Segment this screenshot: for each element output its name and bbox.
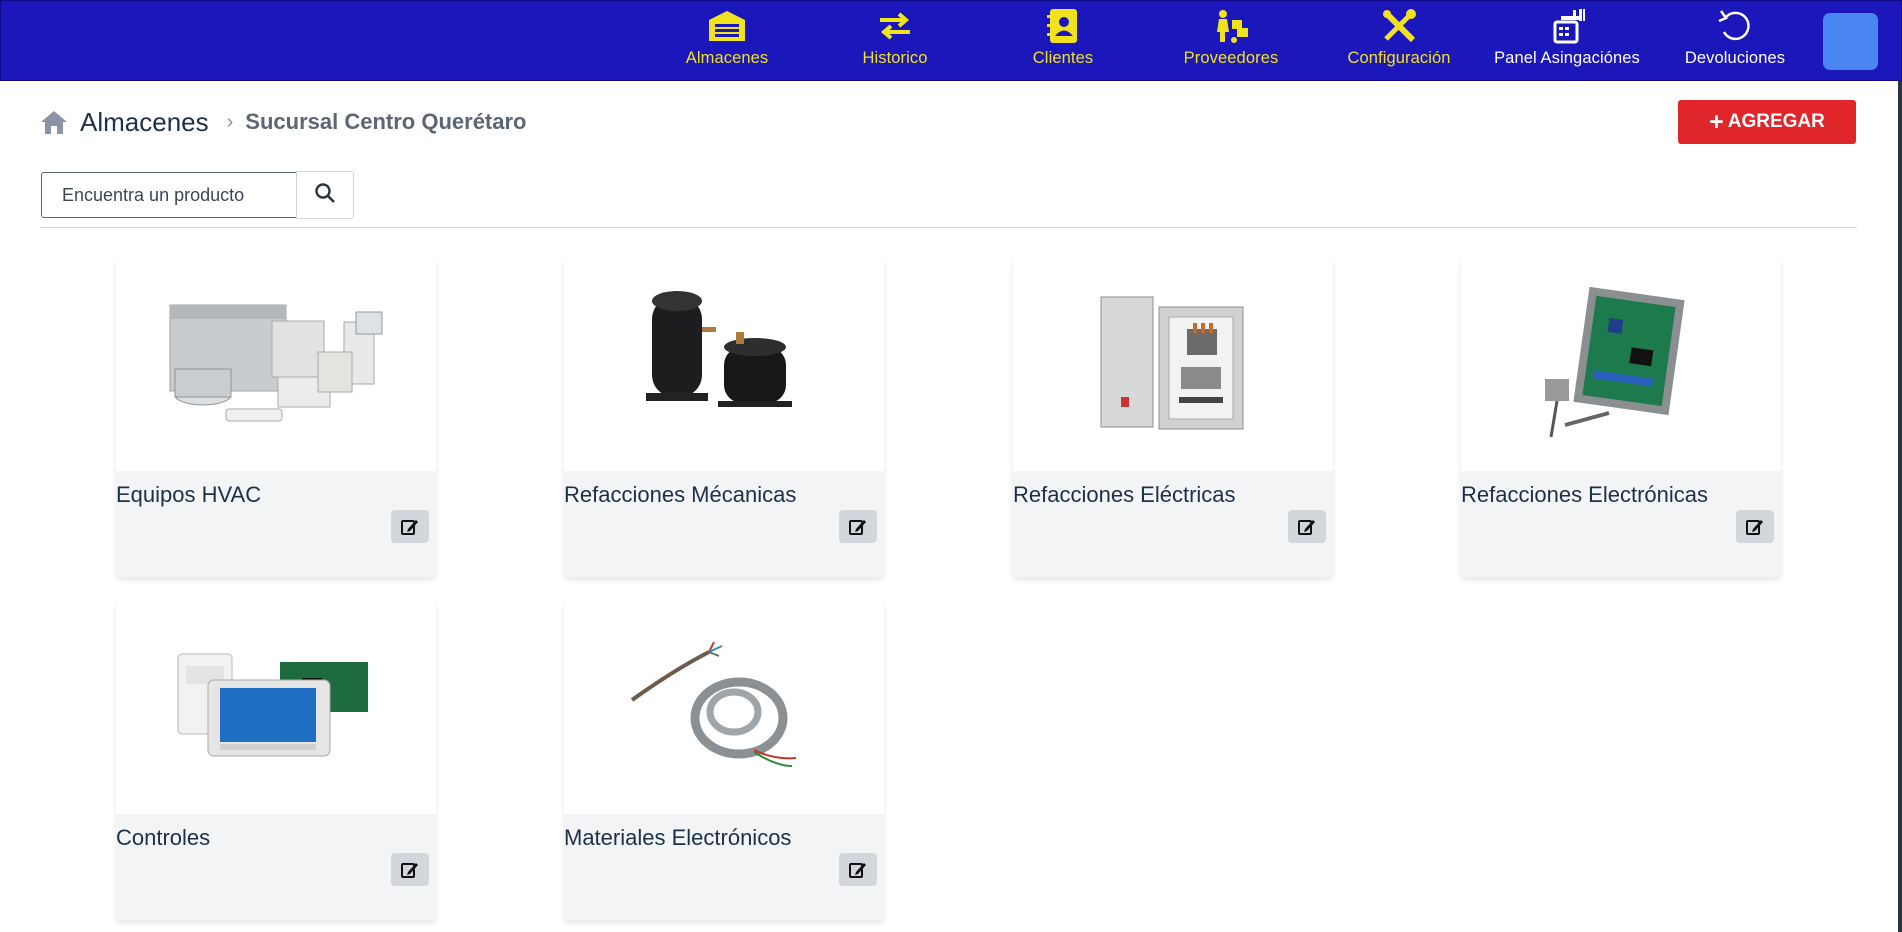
category-card[interactable]: Materiales Electrónicos <box>564 600 884 920</box>
page-scrollbar[interactable] <box>1898 81 1902 932</box>
electrical-panel-image <box>1013 257 1333 471</box>
add-button[interactable]: + AGREGAR <box>1678 100 1856 144</box>
nav-label: Clientes <box>1032 49 1094 67</box>
nav-almacenes[interactable]: Almacenes <box>647 7 807 77</box>
add-button-label: AGREGAR <box>1727 111 1825 132</box>
search-icon <box>314 182 336 209</box>
cables-conduit-image <box>564 600 884 814</box>
category-card[interactable]: Refacciones Electrónicas <box>1461 257 1781 577</box>
exchange-arrows-icon <box>873 7 917 45</box>
nav-label: Panel Asingaciónes <box>1494 49 1640 67</box>
compressor-image <box>564 257 884 471</box>
edit-icon <box>1746 519 1763 535</box>
edit-button[interactable] <box>839 853 877 886</box>
category-card[interactable]: Equipos HVAC <box>116 257 436 577</box>
category-card[interactable]: Refacciones Mécanicas <box>564 257 884 577</box>
nav-label: Historico <box>862 49 928 67</box>
nav-panel-asignaciones[interactable]: Panel Asingaciónes <box>1487 7 1647 77</box>
edit-button[interactable] <box>1288 510 1326 543</box>
category-title: Refacciones Mécanicas <box>564 482 797 507</box>
edit-icon <box>401 862 418 878</box>
category-card[interactable]: Controles <box>116 600 436 920</box>
thermostat-controls-image <box>116 600 436 814</box>
breadcrumb-separator: › <box>226 110 234 133</box>
user-avatar[interactable] <box>1823 13 1878 70</box>
delivery-worker-icon <box>1209 7 1253 45</box>
warehouse-icon <box>705 7 749 45</box>
nav-label: Configuración <box>1347 49 1451 67</box>
top-navbar: Almacenes Historico Clientes Proveedores… <box>0 0 1902 81</box>
breadcrumb-almacenes[interactable]: Almacenes <box>80 107 209 138</box>
edit-icon <box>849 519 866 535</box>
tools-icon <box>1377 7 1421 45</box>
address-book-icon <box>1041 7 1085 45</box>
nav-proveedores[interactable]: Proveedores <box>1151 7 1311 77</box>
breadcrumb-current: Sucursal Centro Querétaro <box>245 109 527 134</box>
edit-button[interactable] <box>839 510 877 543</box>
undo-icon <box>1713 7 1757 45</box>
category-title: Equipos HVAC <box>116 482 262 507</box>
edit-button[interactable] <box>391 853 429 886</box>
nav-label: Proveedores <box>1183 49 1279 67</box>
edit-icon <box>1298 519 1315 535</box>
category-title: Refacciones Eléctricas <box>1013 482 1236 507</box>
nav-configuracion[interactable]: Configuración <box>1319 7 1479 77</box>
category-title: Refacciones Electrónicas <box>1461 482 1709 507</box>
nav-devoluciones[interactable]: Devoluciones <box>1655 7 1815 77</box>
nav-clientes[interactable]: Clientes <box>983 7 1143 77</box>
divider <box>40 227 1857 228</box>
home-icon[interactable] <box>40 107 70 137</box>
register-panel-icon <box>1545 7 1589 45</box>
category-card[interactable]: Refacciones Eléctricas <box>1013 257 1333 577</box>
edit-button[interactable] <box>1736 510 1774 543</box>
breadcrumb: Almacenes › Sucursal Centro Querétaro <box>40 104 526 140</box>
category-title: Controles <box>116 825 211 850</box>
plus-icon: + <box>1709 107 1724 136</box>
search-button[interactable] <box>296 171 354 219</box>
circuit-board-image <box>1461 257 1781 471</box>
category-title: Materiales Electrónicos <box>564 825 792 850</box>
nav-label: Almacenes <box>685 49 769 67</box>
nav-label: Devoluciones <box>1684 49 1786 67</box>
edit-icon <box>849 862 866 878</box>
search-input[interactable] <box>41 172 297 218</box>
nav-historico[interactable]: Historico <box>815 7 975 77</box>
edit-button[interactable] <box>391 510 429 543</box>
edit-icon <box>401 519 418 535</box>
hvac-equipment-image <box>116 257 436 471</box>
